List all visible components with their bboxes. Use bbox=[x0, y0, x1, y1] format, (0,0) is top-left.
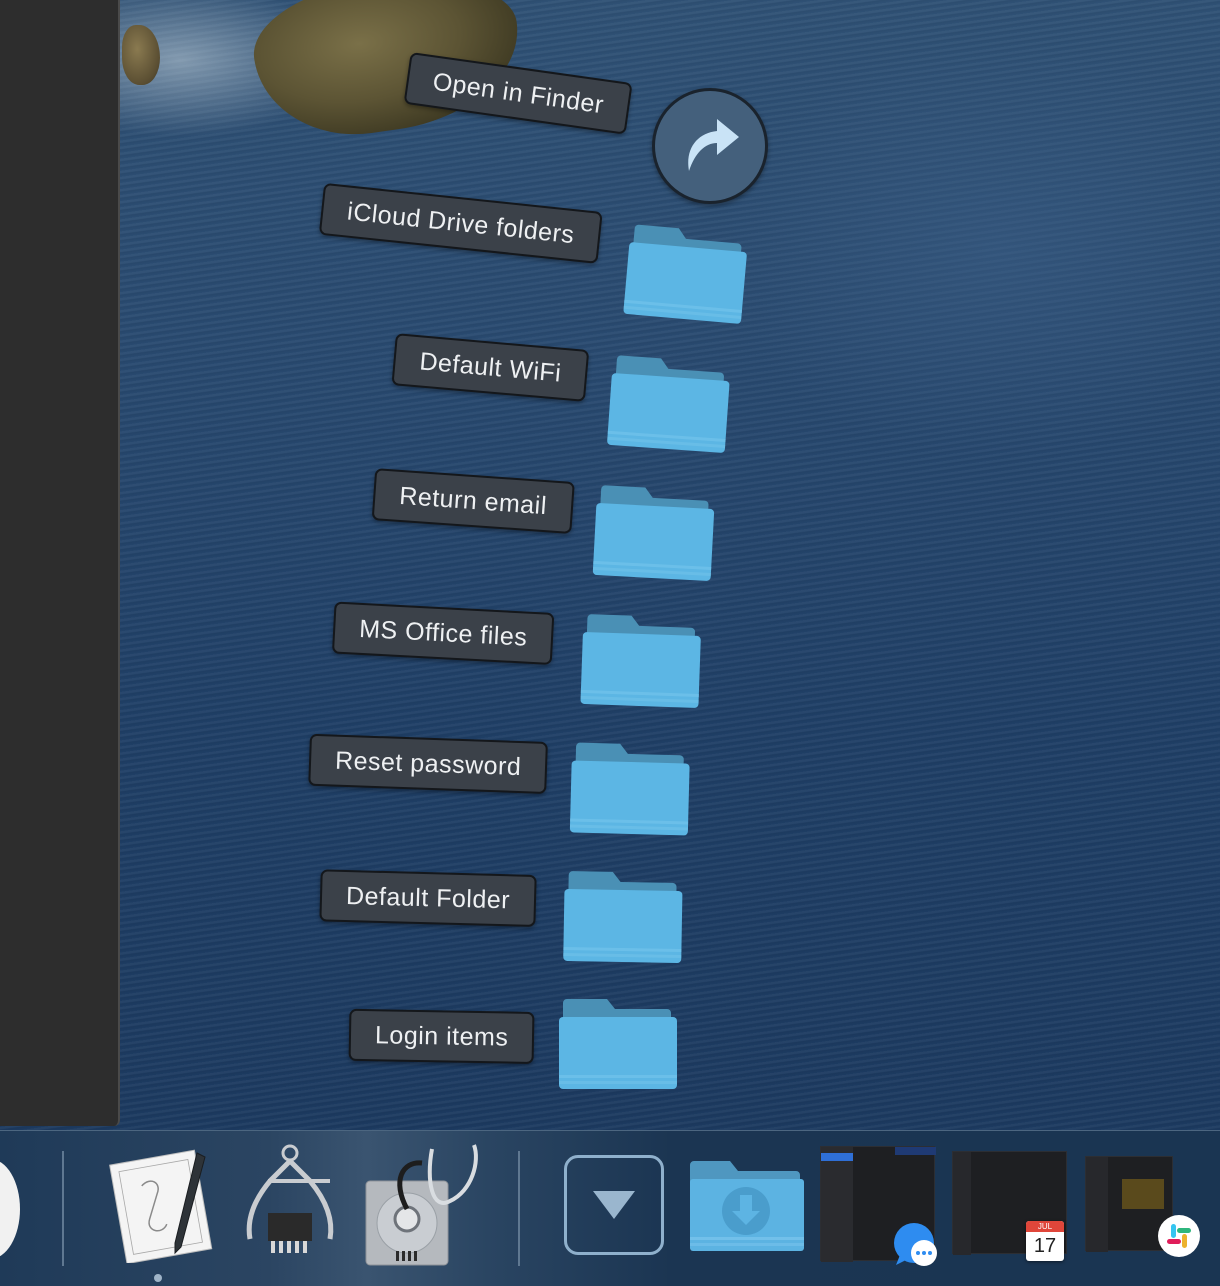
calendar-month: JUL bbox=[1026, 1221, 1064, 1232]
curved-arrow-icon bbox=[688, 119, 739, 171]
system-information-icon[interactable] bbox=[240, 1141, 340, 1271]
folder-icon[interactable] bbox=[621, 220, 751, 326]
downloads-folder-icon[interactable] bbox=[688, 1159, 806, 1254]
stack-item-label[interactable]: Reset password bbox=[308, 733, 549, 794]
stack-item-label[interactable]: Default Folder bbox=[319, 869, 537, 927]
stack-item[interactable]: Login items bbox=[348, 1008, 535, 1064]
messages-icon bbox=[894, 1223, 937, 1266]
thumbnail-selection bbox=[821, 1153, 853, 1161]
dock-app-partial[interactable] bbox=[0, 1159, 20, 1259]
calendar-day: 17 bbox=[1033, 1235, 1057, 1257]
chevron-down-icon bbox=[593, 1191, 635, 1219]
dock-stack-button[interactable] bbox=[564, 1155, 664, 1255]
thumbnail-sidebar bbox=[1086, 1157, 1108, 1252]
thumbnail-sidebar bbox=[821, 1147, 853, 1262]
wallpaper-rock-small bbox=[122, 25, 160, 85]
thumbnail-image bbox=[1122, 1179, 1164, 1209]
running-indicator bbox=[154, 1274, 162, 1282]
thumbnail-toolbar bbox=[895, 1147, 936, 1155]
folder-icon[interactable] bbox=[557, 995, 679, 1091]
disk-utility-icon[interactable] bbox=[362, 1141, 487, 1271]
stack-item[interactable]: Default Folder bbox=[319, 869, 537, 927]
dock-separator bbox=[518, 1151, 520, 1266]
folder-icon[interactable] bbox=[578, 610, 703, 710]
minimized-window-calendar[interactable]: JUL 17 bbox=[952, 1151, 1070, 1261]
stack-item[interactable]: Reset password bbox=[308, 733, 549, 794]
dock: JUL 17 bbox=[0, 1130, 1220, 1286]
slack-icon bbox=[1158, 1215, 1200, 1257]
folder-icon[interactable] bbox=[561, 867, 685, 965]
thumbnail-sidebar bbox=[953, 1152, 971, 1255]
folder-icon[interactable] bbox=[591, 481, 718, 583]
folder-icon[interactable] bbox=[568, 738, 692, 837]
stack-item-label[interactable]: Login items bbox=[348, 1008, 535, 1064]
minimized-window-messages[interactable] bbox=[820, 1146, 938, 1266]
dock-separator bbox=[62, 1151, 64, 1266]
script-editor-icon[interactable] bbox=[105, 1143, 215, 1263]
window-side-panel bbox=[0, 0, 120, 1126]
open-in-finder-button[interactable] bbox=[652, 88, 768, 204]
minimized-window-slack[interactable] bbox=[1085, 1156, 1220, 1266]
folder-icon[interactable] bbox=[605, 351, 733, 455]
calendar-icon: JUL 17 bbox=[1026, 1221, 1064, 1261]
